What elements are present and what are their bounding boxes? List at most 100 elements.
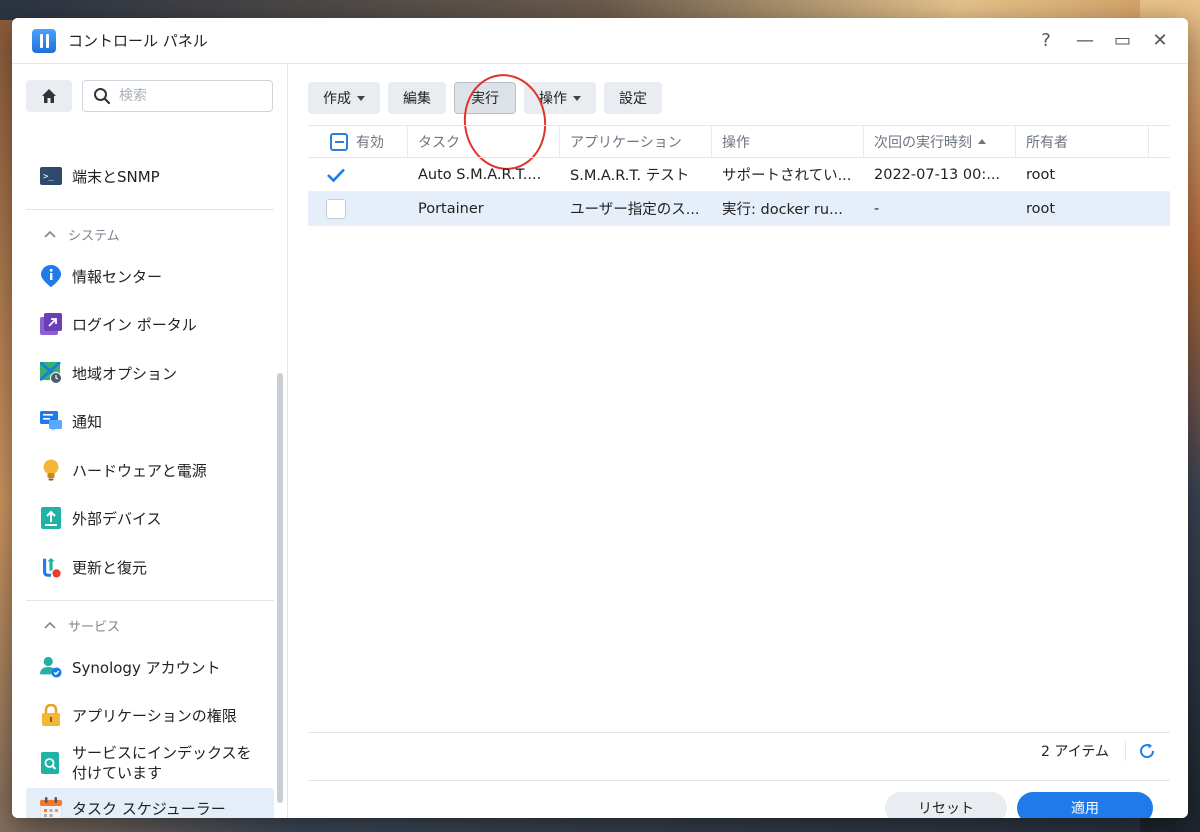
refresh-icon[interactable] [1138, 742, 1156, 760]
section-header-system[interactable]: システム [26, 216, 274, 252]
sidebar-item-label: 情報センター [72, 267, 163, 286]
home-button[interactable] [26, 80, 72, 112]
table-row[interactable]: Auto S.M.A.R.T.... S.M.A.R.T. テスト サポートされ… [308, 158, 1170, 192]
run-label: 実行 [471, 91, 499, 107]
select-all-checkbox[interactable] [330, 132, 348, 151]
reset-button[interactable]: リセット [885, 792, 1007, 818]
lightbulb-icon [40, 459, 62, 481]
action-button[interactable]: 操作 [524, 82, 596, 114]
column-header-action[interactable]: 操作 [712, 126, 864, 157]
update-restore-icon [40, 556, 62, 578]
main-panel: 作成 編集 実行 操作 設定 有効 タスク アプリケーション 操作 次回の実行時… [289, 64, 1188, 818]
minimize-icon[interactable]: — [1076, 30, 1094, 51]
apply-button[interactable]: 適用 [1017, 792, 1153, 818]
column-label: 次回の実行時刻 [874, 134, 972, 151]
chevron-up-icon [44, 230, 56, 238]
column-header-task[interactable]: タスク [408, 126, 560, 157]
notification-icon [40, 410, 62, 432]
section-title: システム [68, 228, 120, 244]
sidebar-item-task-scheduler[interactable]: タスク スケジューラー [26, 788, 274, 818]
account-icon [40, 656, 62, 678]
column-header-spacer [1149, 126, 1170, 157]
column-header-enabled[interactable]: 有効 [308, 126, 408, 157]
window-title: コントロール パネル [68, 32, 208, 50]
item-count-bar: 2 アイテム [308, 734, 1170, 768]
section-header-services[interactable]: サービス [26, 607, 274, 643]
search-input[interactable] [119, 88, 259, 104]
sidebar-item-label: Synology アカウント [72, 658, 221, 677]
sidebar-item-label: 地域オプション [72, 364, 178, 383]
sidebar: >_ 端末とSNMP システム 情報センター ログイン ポータル 地域 [12, 64, 288, 818]
cell-task: Auto S.M.A.R.T.... [418, 166, 542, 183]
sidebar-item-label: 更新と復元 [72, 558, 148, 577]
cell-action: サポートされてい... [722, 168, 852, 184]
sidebar-item-notification[interactable]: 通知 [26, 401, 274, 441]
cell-next-run: 2022-07-13 00:... [874, 166, 1001, 183]
dropdown-caret-icon [573, 95, 581, 101]
column-header-application[interactable]: アプリケーション [560, 126, 712, 157]
cell-application: S.M.A.R.T. テスト [570, 168, 690, 184]
search-box[interactable] [82, 80, 273, 112]
search-icon [94, 88, 111, 105]
external-device-icon [40, 507, 62, 529]
item-count: 2 アイテム [1041, 744, 1109, 760]
enabled-checkbox[interactable] [326, 198, 346, 219]
cell-action: 実行: docker ru... [722, 202, 843, 218]
control-panel-app-icon [32, 28, 56, 53]
column-label: アプリケーション [570, 134, 682, 151]
column-header-owner[interactable]: 所有者 [1016, 126, 1149, 157]
region-icon [40, 362, 62, 384]
grid-header: 有効 タスク アプリケーション 操作 次回の実行時刻 所有者 [308, 125, 1170, 158]
sidebar-item-hardware-power[interactable]: ハードウェアと電源 [26, 450, 274, 490]
edit-label: 編集 [403, 91, 431, 107]
column-header-next-run[interactable]: 次回の実行時刻 [864, 126, 1016, 157]
create-button[interactable]: 作成 [308, 82, 380, 114]
login-portal-icon [40, 313, 62, 335]
sidebar-item-label: サービスにインデックスを 付けています [72, 743, 252, 783]
home-icon [42, 89, 56, 103]
table-row[interactable]: Portainer ユーザー指定のス... 実行: docker ru... -… [308, 192, 1170, 226]
run-button[interactable]: 実行 [454, 82, 516, 114]
sidebar-item-indexing-service[interactable]: サービスにインデックスを 付けています [26, 740, 274, 786]
count-separator [1125, 741, 1126, 761]
create-label: 作成 [323, 91, 351, 107]
calendar-icon [40, 797, 62, 818]
sidebar-item-terminal-snmp[interactable]: >_ 端末とSNMP [26, 156, 274, 196]
terminal-icon: >_ [40, 165, 62, 187]
window-controls: ? — ▭ ✕ [1038, 30, 1168, 51]
toolbar: 作成 編集 実行 操作 設定 [308, 68, 662, 176]
sidebar-item-external-devices[interactable]: 外部デバイス [26, 498, 274, 538]
column-label: タスク [418, 134, 460, 151]
help-icon[interactable]: ? [1038, 30, 1054, 51]
sidebar-item-label: 通知 [72, 412, 103, 431]
info-icon [40, 265, 62, 287]
sidebar-item-update-restore[interactable]: 更新と復元 [26, 547, 274, 587]
column-label: 操作 [722, 134, 750, 151]
desktop-background-top [0, 0, 1200, 20]
enabled-checkbox[interactable] [326, 165, 346, 185]
label-line-2: 付けています [72, 764, 163, 782]
sidebar-item-app-privileges[interactable]: アプリケーションの権限 [26, 695, 274, 735]
cell-next-run: - [874, 200, 880, 217]
cell-owner: root [1026, 200, 1056, 217]
lock-icon [40, 704, 62, 726]
label-line-1: サービスにインデックスを [72, 744, 252, 762]
task-grid: 有効 タスク アプリケーション 操作 次回の実行時刻 所有者 Auto S.M.… [308, 125, 1170, 226]
close-icon[interactable]: ✕ [1152, 30, 1168, 51]
sidebar-scrollbar[interactable] [277, 373, 283, 803]
svg-text:>_: >_ [43, 172, 54, 182]
sidebar-item-synology-account[interactable]: Synology アカウント [26, 647, 274, 687]
action-bar-divider [308, 780, 1170, 781]
cell-application: ユーザー指定のス... [570, 202, 700, 218]
maximize-icon[interactable]: ▭ [1114, 30, 1131, 51]
checkmark-icon [327, 168, 345, 182]
sidebar-divider [26, 209, 274, 210]
action-label: 操作 [539, 91, 567, 107]
sidebar-item-info-center[interactable]: 情報センター [26, 256, 274, 296]
sidebar-item-login-portal[interactable]: ログイン ポータル [26, 304, 274, 344]
sidebar-item-regional-options[interactable]: 地域オプション [26, 353, 274, 393]
settings-button[interactable]: 設定 [604, 82, 662, 114]
edit-button[interactable]: 編集 [388, 82, 446, 114]
cell-owner: root [1026, 166, 1056, 183]
title-bar: コントロール パネル ? — ▭ ✕ [12, 18, 1188, 64]
